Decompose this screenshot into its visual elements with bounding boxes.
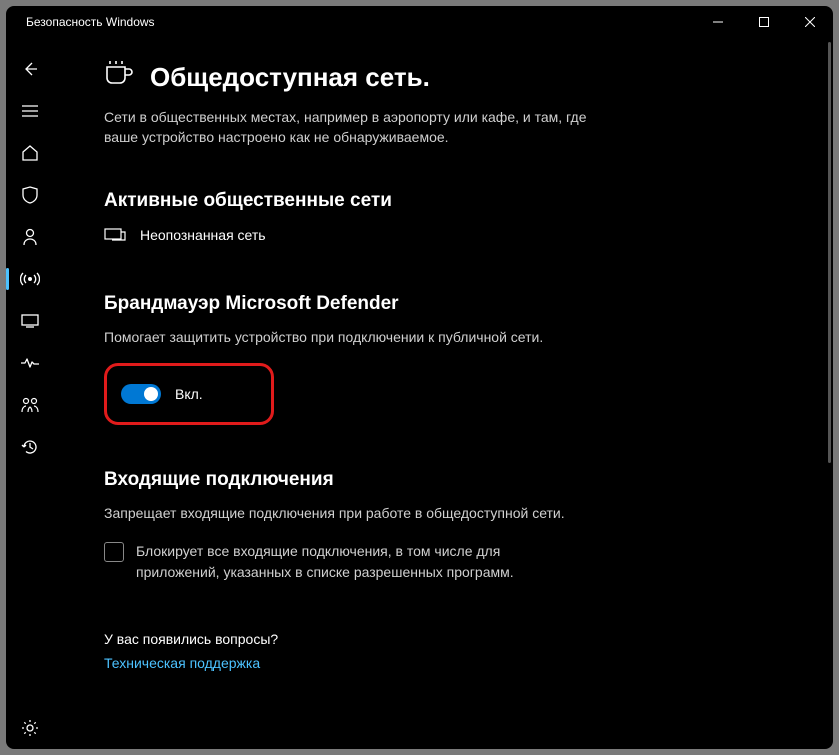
- shield-icon: [22, 186, 38, 204]
- sidebar-item-device[interactable]: [6, 342, 54, 384]
- gear-icon: [21, 719, 39, 737]
- content: Общедоступная сеть. Сети в общественных …: [54, 38, 833, 749]
- firewall-title: Брандмауэр Microsoft Defender: [104, 293, 783, 315]
- block-all-row[interactable]: Блокирует все входящие подключения, в то…: [104, 541, 534, 583]
- account-icon: [22, 228, 38, 246]
- history-icon: [21, 438, 39, 456]
- hamburger-icon: [22, 105, 38, 117]
- family-icon: [20, 397, 40, 413]
- network-name: Неопознанная сеть: [140, 227, 266, 243]
- home-icon: [21, 144, 39, 162]
- firewall-description: Помогает защитить устройство при подключ…: [104, 329, 783, 345]
- active-networks-title: Активные общественные сети: [104, 190, 783, 212]
- sidebar: [6, 38, 54, 749]
- coffee-icon: [104, 60, 134, 95]
- sidebar-item-protection[interactable]: [6, 174, 54, 216]
- back-button[interactable]: [6, 48, 54, 90]
- block-all-label: Блокирует все входящие подключения, в то…: [136, 541, 534, 583]
- incoming-title: Входящие подключения: [104, 469, 783, 491]
- maximize-icon: [759, 17, 769, 27]
- page-title: Общедоступная сеть.: [150, 62, 430, 93]
- minimize-button[interactable]: [695, 6, 741, 38]
- support-link[interactable]: Техническая поддержка: [104, 655, 260, 671]
- sidebar-item-account[interactable]: [6, 216, 54, 258]
- firewall-toggle-label: Вкл.: [175, 386, 203, 402]
- close-button[interactable]: [787, 6, 833, 38]
- sidebar-item-firewall[interactable]: [6, 258, 54, 300]
- incoming-description: Запрещает входящие подключения при работ…: [104, 505, 783, 521]
- window-controls: [695, 6, 833, 38]
- sidebar-item-family[interactable]: [6, 384, 54, 426]
- firewall-toggle[interactable]: [121, 384, 161, 404]
- minimize-icon: [713, 17, 723, 27]
- window-title: Безопасность Windows: [26, 15, 695, 29]
- sidebar-item-app-control[interactable]: [6, 300, 54, 342]
- sidebar-item-home[interactable]: [6, 132, 54, 174]
- network-icon: [104, 226, 126, 245]
- firewall-toggle-highlight: Вкл.: [104, 363, 274, 425]
- heart-pulse-icon: [20, 356, 40, 370]
- block-all-checkbox[interactable]: [104, 542, 124, 562]
- window: Безопасность Windows: [6, 6, 833, 749]
- scrollbar-thumb[interactable]: [828, 42, 831, 463]
- broadcast-icon: [20, 271, 40, 287]
- titlebar: Безопасность Windows: [6, 6, 833, 38]
- arrow-left-icon: [22, 61, 38, 77]
- sidebar-item-history[interactable]: [6, 426, 54, 468]
- page-header: Общедоступная сеть.: [104, 60, 783, 95]
- close-icon: [805, 17, 815, 27]
- monitor-icon: [21, 314, 39, 328]
- sidebar-item-settings[interactable]: [6, 707, 54, 749]
- page-description: Сети в общественных местах, например в а…: [104, 107, 624, 148]
- scrollbar[interactable]: [828, 42, 831, 743]
- menu-button[interactable]: [6, 90, 54, 132]
- maximize-button[interactable]: [741, 6, 787, 38]
- body: Общедоступная сеть. Сети в общественных …: [6, 38, 833, 749]
- help-title: У вас появились вопросы?: [104, 631, 783, 647]
- network-item[interactable]: Неопознанная сеть: [104, 226, 783, 245]
